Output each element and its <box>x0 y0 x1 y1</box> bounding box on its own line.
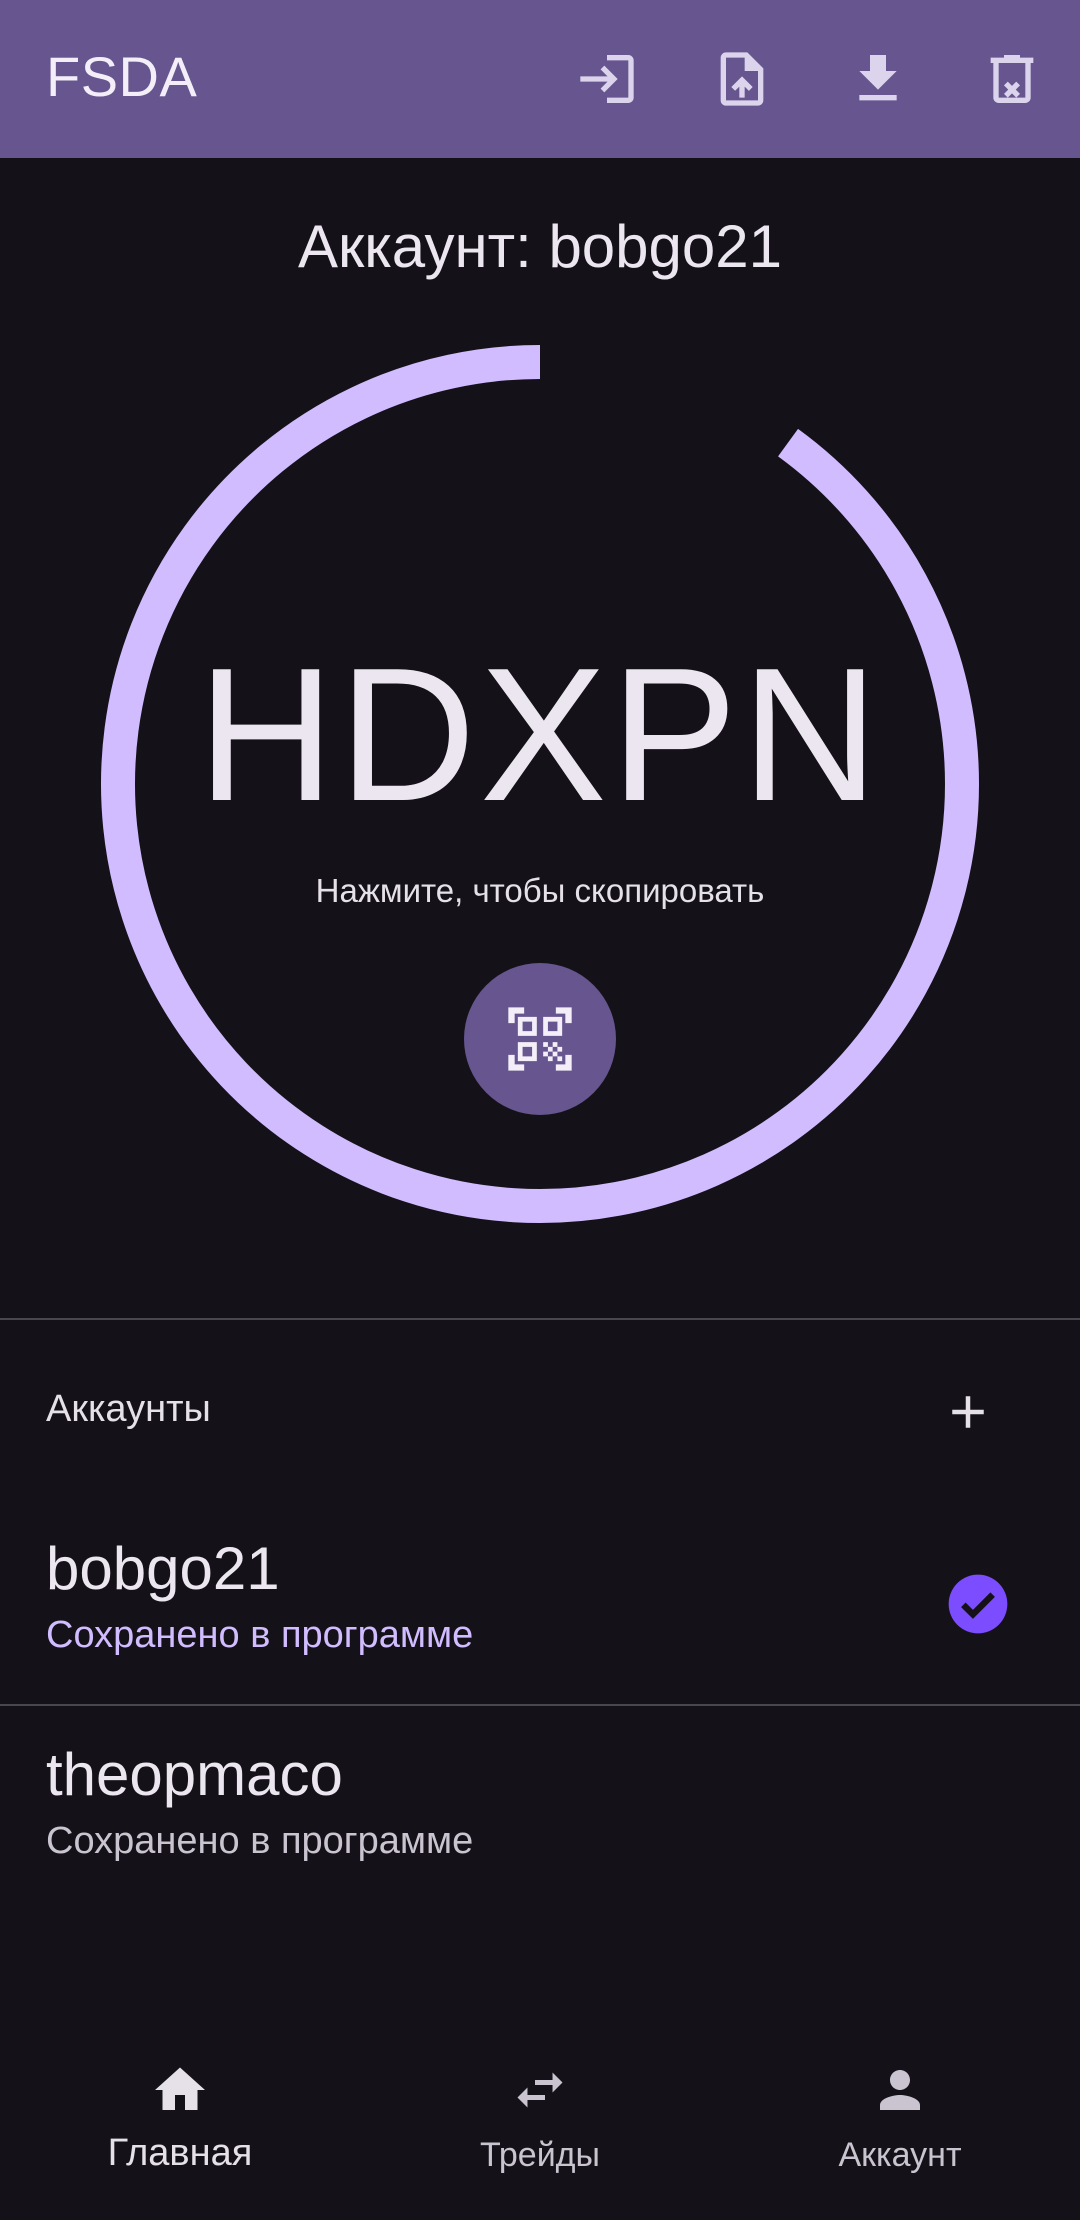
qr-scan-button[interactable] <box>464 963 616 1115</box>
home-icon <box>155 2067 205 2110</box>
upload-file-button[interactable] <box>702 39 782 119</box>
nav-label: Трейды <box>480 2136 600 2174</box>
delete-icon <box>990 55 1034 103</box>
nav-item-account[interactable]: Аккаунт <box>720 2040 1080 2220</box>
account-row-theopmaco[interactable]: theopmaco Сохранено в программе <box>0 1706 1080 1906</box>
login-button[interactable] <box>567 39 647 119</box>
app-bar: FSDA <box>0 0 1080 158</box>
accounts-section-title: Аккаунты <box>46 1388 211 1430</box>
app-screen: FSDA Аккаунт: bobgo21 HDXPN Нажмите, что… <box>0 0 1080 2220</box>
nav-label: Аккаунт <box>838 2136 962 2174</box>
download-button[interactable] <box>838 39 918 119</box>
download-icon <box>859 55 897 101</box>
qr-code-icon <box>508 1007 572 1071</box>
file-upload-icon <box>720 52 764 106</box>
account-row-bobgo21[interactable]: bobgo21 Сохранено в программе <box>0 1496 1080 1704</box>
person-icon <box>880 2070 920 2110</box>
account-name: theopmaco <box>46 1741 343 1808</box>
nav-item-home[interactable]: Главная <box>0 2040 360 2220</box>
add-account-button[interactable] <box>928 1372 1008 1452</box>
account-status: Сохранено в программе <box>46 1820 474 1862</box>
plus-icon <box>952 1396 984 1428</box>
swap-icon <box>517 2072 563 2108</box>
bottom-navigation: Главная Трейды Аккаунт <box>0 2040 1080 2220</box>
delete-button[interactable] <box>972 39 1052 119</box>
copy-hint: Нажмите, чтобы скопировать <box>315 872 765 909</box>
account-name: bobgo21 <box>46 1535 280 1602</box>
check-circle-icon <box>948 1574 1008 1634</box>
section-divider <box>0 1318 1080 1320</box>
account-status: Сохранено в программе <box>46 1614 474 1656</box>
app-title: FSDA <box>46 45 198 108</box>
auth-code[interactable]: HDXPN <box>0 640 1080 830</box>
current-account-header: Аккаунт: bobgo21 <box>297 213 783 280</box>
login-icon <box>580 55 634 103</box>
nav-label: Главная <box>107 2132 253 2174</box>
nav-item-trades[interactable]: Трейды <box>360 2040 720 2220</box>
